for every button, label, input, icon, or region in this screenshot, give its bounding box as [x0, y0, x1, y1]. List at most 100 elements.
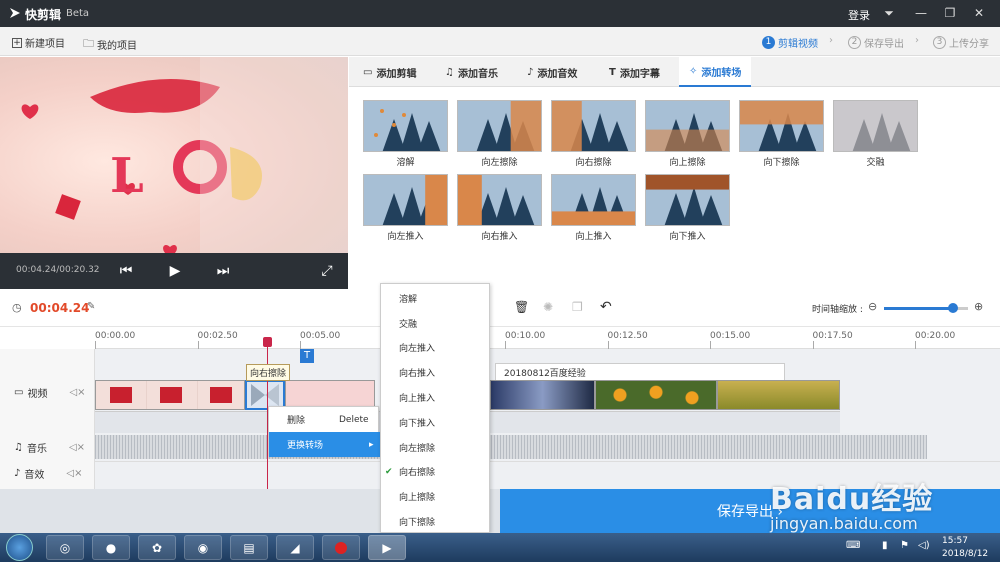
timeline-tracks[interactable]: T 20180812百度经验 [95, 337, 1000, 489]
transition-option[interactable]: 向左擦除 [457, 100, 542, 168]
play-icon[interactable]: ▶ [166, 262, 184, 280]
edit-pencil-icon[interactable]: ✎ [87, 301, 95, 312]
tab-add-transition[interactable]: ✧ 添加转场 [679, 57, 752, 87]
tab-add-subtitle[interactable]: T 添加字幕 [599, 57, 670, 87]
video-clip[interactable] [95, 380, 245, 410]
transition-option[interactable]: 向下推入 [645, 174, 730, 242]
mute-icon[interactable]: ◁× [66, 468, 82, 479]
transition-option[interactable]: 向右推入 [457, 174, 542, 242]
submenu-item[interactable]: 向右推入 [381, 360, 491, 385]
menu-dropdown-icon[interactable]: ⏷ [880, 5, 898, 21]
zoom-slider-handle[interactable] [947, 303, 958, 313]
zoom-slider[interactable] [884, 303, 968, 313]
transition-option[interactable]: 交融 [833, 100, 918, 168]
ruler-tick-label: 00:00.00 [95, 331, 136, 341]
ruler-tick [710, 341, 711, 349]
my-projects-label: 我的项目 [97, 41, 137, 52]
firefox-icon[interactable]: ◉ [184, 535, 222, 560]
replace-transition-menu-item[interactable]: 更换转场 ▸ [269, 432, 380, 457]
submenu-item[interactable]: 向左推入 [381, 336, 491, 361]
undo-icon[interactable]: ↶ [600, 299, 612, 315]
music-waveform[interactable] [95, 435, 927, 459]
file-explorer-icon[interactable]: ▤ [230, 535, 268, 560]
sound-effect-icon: ♪ [527, 66, 534, 78]
track-label: 音效 [24, 470, 45, 481]
step-label: 上传分享 [949, 39, 989, 50]
timeline-toolbar: ◷ 00:04.24 ✎ 🗑 ✺ ❐ ↶ 时间轴缩放 : ⊖ ⊕ [0, 289, 1000, 327]
transition-option[interactable]: 向上推入 [551, 174, 636, 242]
minimize-icon[interactable]: — [912, 5, 930, 21]
transition-option[interactable]: 向下擦除 [739, 100, 824, 168]
volume-icon[interactable]: ◁) [918, 540, 930, 551]
app-logo-icon [10, 8, 20, 18]
submenu-item[interactable]: 向上擦除 [381, 484, 491, 509]
subtitle-marker[interactable]: T [300, 349, 314, 363]
delete-menu-item[interactable]: 删除 Delete [269, 407, 380, 432]
mute-icon[interactable]: ◁× [69, 387, 85, 398]
text-icon: T [609, 66, 616, 78]
submenu-item[interactable]: 向左擦除 [381, 435, 491, 460]
video-clip[interactable] [717, 380, 840, 410]
transition-label: 溶解 [396, 158, 415, 168]
recorder-icon[interactable] [322, 535, 360, 560]
playback-time: 00:04.24/00:20.32 [16, 265, 100, 275]
skip-back-icon[interactable]: ⏮ [117, 262, 135, 280]
step-number: 2 [848, 36, 861, 49]
tab-add-sound-effect[interactable]: ♪ 添加音效 [517, 57, 587, 87]
copy-icon[interactable]: ❐ [572, 300, 583, 314]
start-button[interactable] [6, 534, 33, 561]
my-projects-button[interactable]: 🗀 我的项目 [83, 35, 137, 54]
submenu-item[interactable]: 向下推入 [381, 410, 491, 435]
qq-icon[interactable]: ● [92, 535, 130, 560]
video-clip[interactable] [595, 380, 717, 410]
new-project-button[interactable]: + 新建项目 [12, 35, 65, 50]
battery-icon[interactable]: ▮ [882, 540, 888, 551]
new-project-label: 新建项目 [25, 39, 65, 50]
submenu-item[interactable]: ✔ 向右擦除 [381, 460, 491, 485]
submenu-item-label: 向上擦除 [399, 493, 436, 504]
transition-option[interactable]: 向上擦除 [645, 100, 730, 168]
timeline-ruler[interactable]: 00:00.0000:02.5000:05.0000:07.5000:10.00… [95, 327, 1000, 349]
submenu-item[interactable]: 向上推入 [381, 385, 491, 410]
transition-label: 向右推入 [481, 232, 518, 242]
login-link[interactable]: 登录 [848, 7, 870, 23]
transition-option[interactable]: 溶解 [363, 100, 448, 168]
zoom-in-icon[interactable]: ⊕ [974, 300, 983, 313]
skip-forward-icon[interactable]: ⏭ [214, 262, 232, 280]
taskbar-app-icon[interactable]: ◎ [46, 535, 84, 560]
effect-icon[interactable]: ✺ [543, 300, 553, 314]
close-icon[interactable]: ✕ [970, 5, 988, 21]
transition-option[interactable]: 向右擦除 [551, 100, 636, 168]
submenu-item-label: 向左推入 [399, 344, 436, 355]
zoom-out-icon[interactable]: ⊖ [868, 300, 877, 313]
submenu-item[interactable]: 溶解 [381, 286, 491, 311]
tab-add-clip[interactable]: ▭ 添加剪辑 [353, 57, 426, 87]
fullscreen-icon[interactable]: ⤢ [318, 262, 336, 280]
step-upload-share[interactable]: 3 上传分享 [933, 35, 989, 50]
submenu-item[interactable]: 交融 [381, 311, 491, 336]
subtitle-clip[interactable]: 20180812百度经验 [495, 363, 785, 381]
transition-label: 向上推入 [575, 232, 612, 242]
taskbar-app-icon[interactable]: ◢ [276, 535, 314, 560]
transition-option[interactable]: 向左推入 [363, 174, 448, 242]
submenu-item[interactable]: 向下擦除 [381, 509, 491, 534]
media-player-icon[interactable]: ✿ [138, 535, 176, 560]
windows-taskbar: ◎ ● ✿ ◉ ▤ ◢ ▶ ⌨ ▮ ⚑ ◁) 15:57 2018/8/12 [0, 533, 1000, 562]
mute-icon[interactable]: ◁× [69, 442, 85, 453]
kuaijianji-taskbar-icon[interactable]: ▶ [368, 535, 406, 560]
video-track-icon: ▭ [14, 387, 24, 398]
video-clip[interactable] [490, 380, 595, 410]
keyboard-icon[interactable]: ⌨ [846, 540, 860, 551]
clock-date[interactable]: 2018/8/12 [942, 549, 988, 559]
app-name: 快剪辑 [25, 8, 62, 22]
step-edit-video[interactable]: 1 剪辑视频 [762, 35, 818, 50]
transition-icon: ✧ [689, 65, 698, 77]
clock-time[interactable]: 15:57 [942, 536, 968, 546]
playhead-handle[interactable] [263, 337, 272, 347]
step-label: 保存导出 [864, 39, 904, 50]
trash-icon[interactable]: 🗑 [514, 300, 529, 314]
step-export[interactable]: 2 保存导出 [848, 35, 904, 50]
tab-add-music[interactable]: ♫ 添加音乐 [435, 57, 508, 87]
flag-icon[interactable]: ⚑ [900, 540, 909, 551]
maximize-icon[interactable]: ❐ [941, 5, 959, 21]
